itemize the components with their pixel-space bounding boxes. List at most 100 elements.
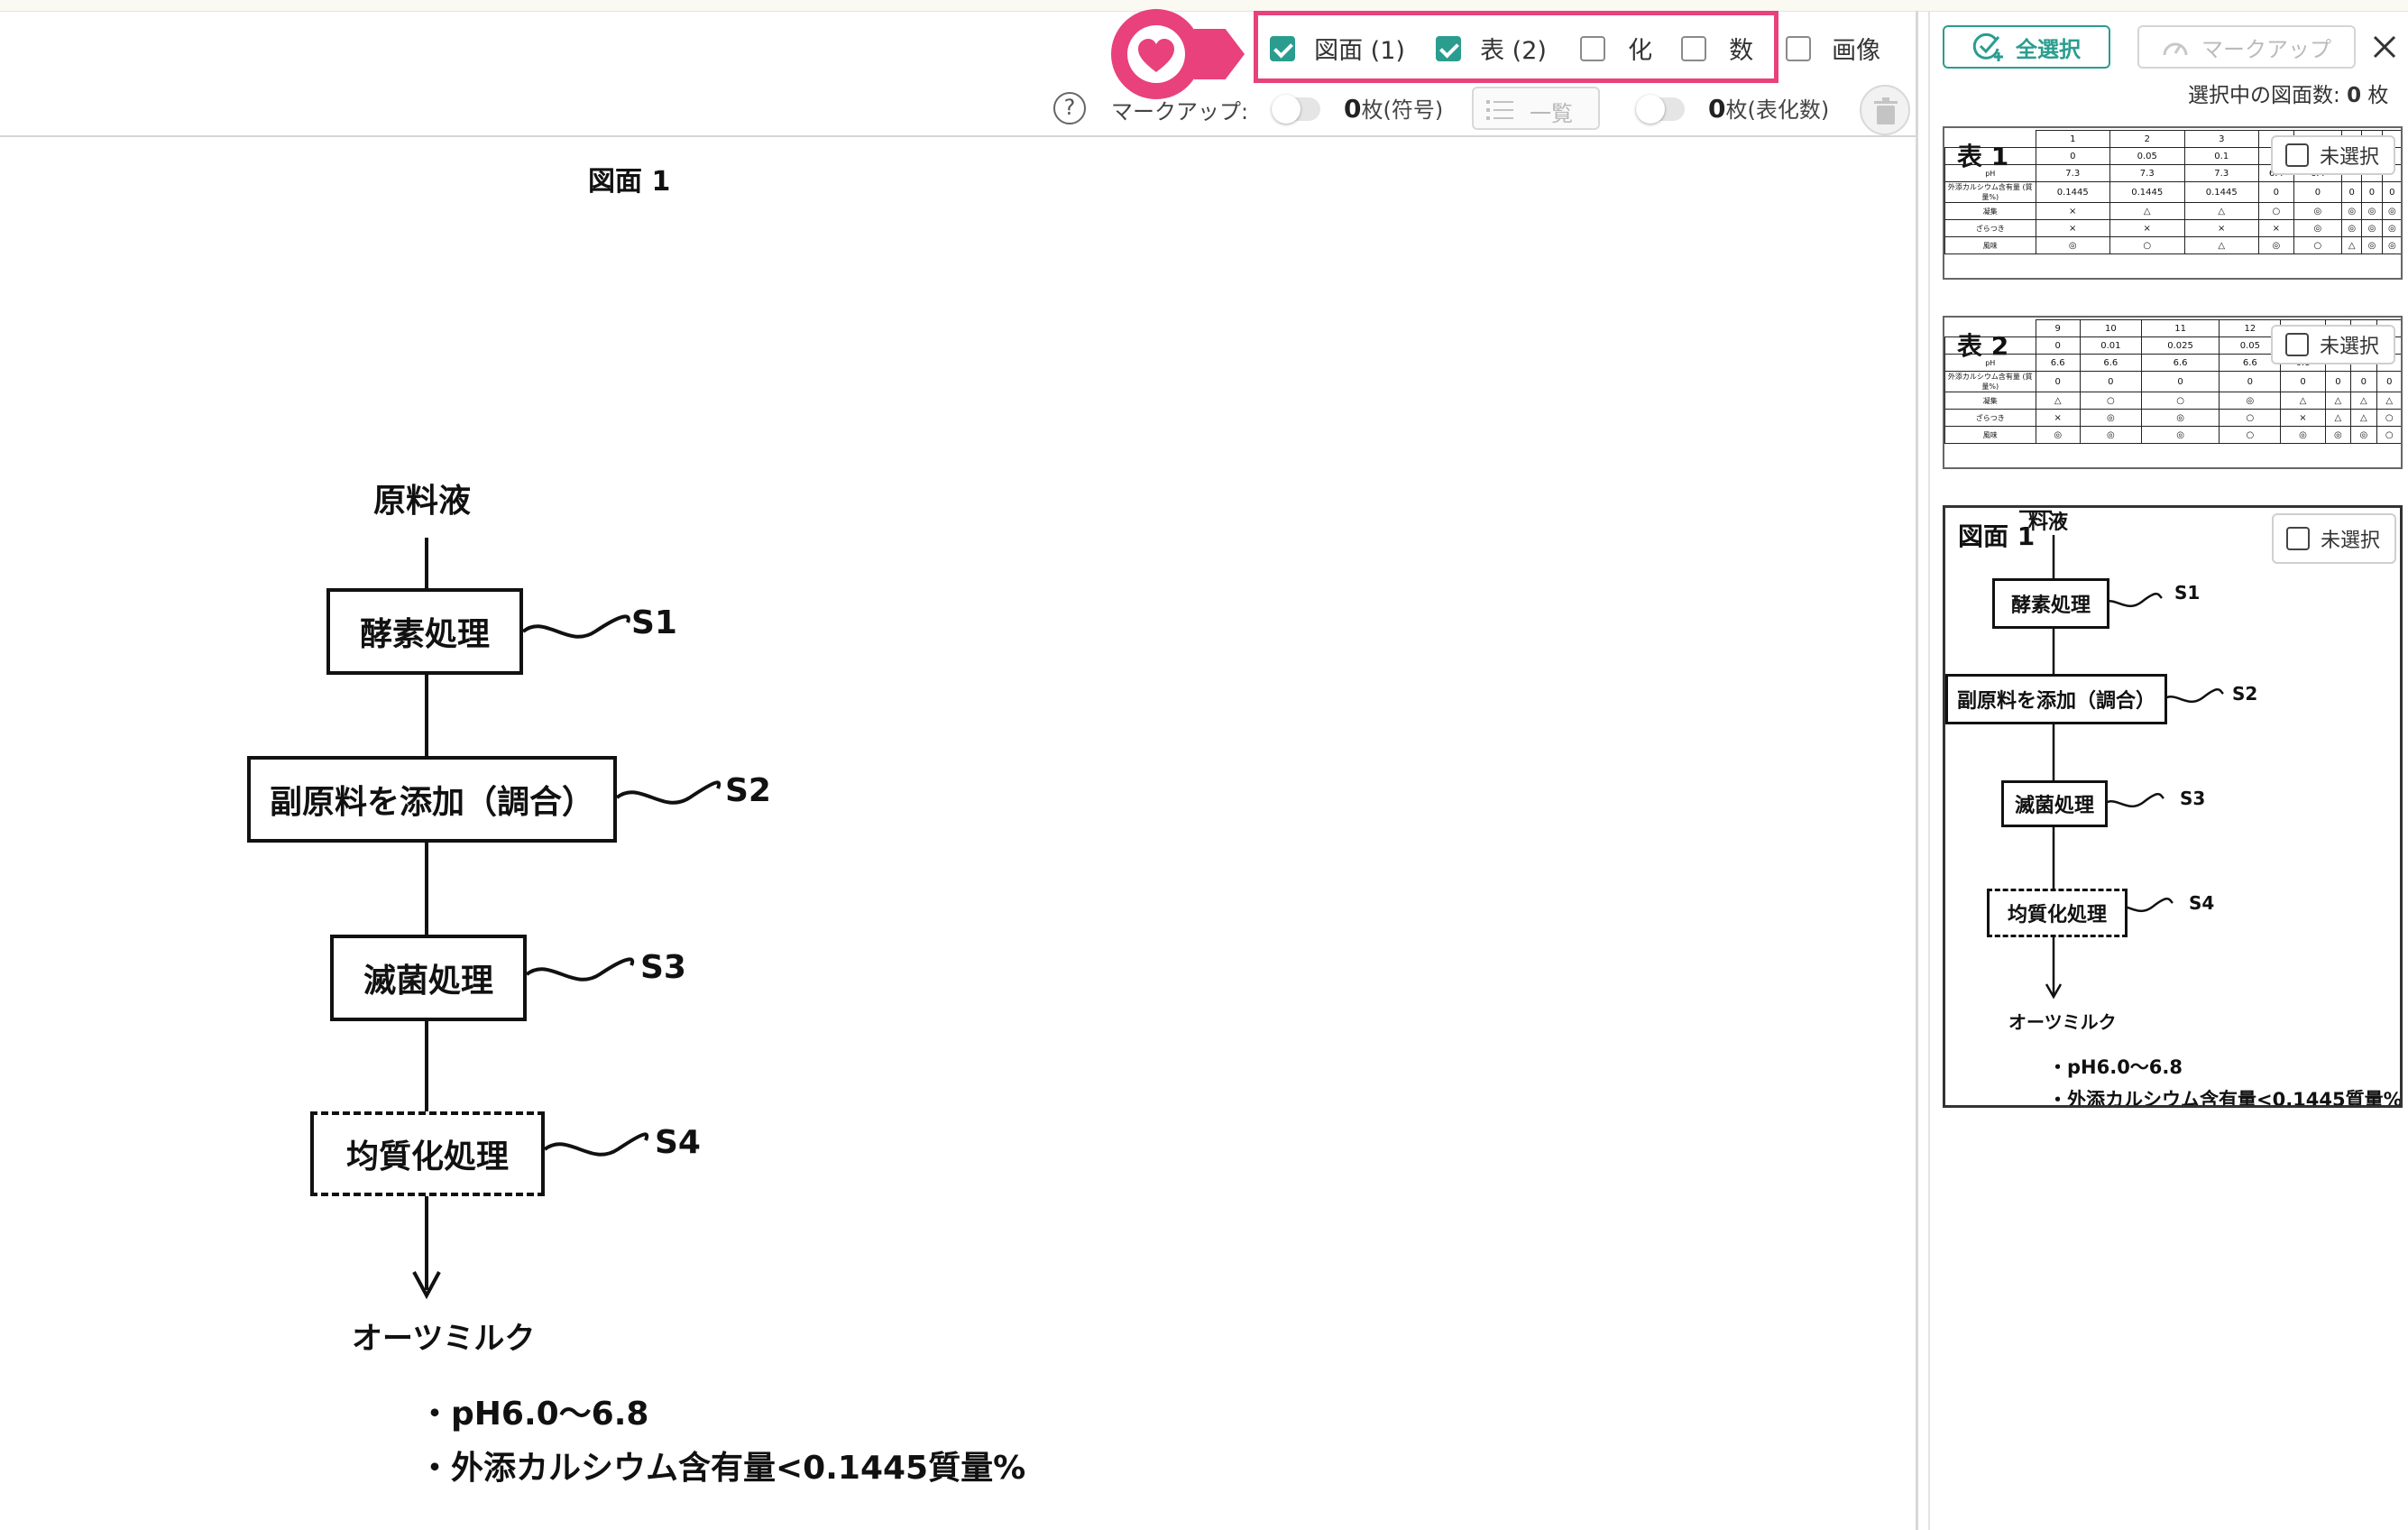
mini-table-cell: ◎ xyxy=(2140,409,2220,427)
gauge-icon xyxy=(2163,42,2188,56)
mini-table-cell: 0.01 xyxy=(2079,336,2142,355)
mini-table-cell: 0.1445 xyxy=(2183,181,2259,203)
mini-table-cell: 7.3 xyxy=(2035,164,2110,182)
selected-count-unit: 枚 xyxy=(2367,84,2389,107)
unselected-label-table-1: 未選択 xyxy=(2320,146,2380,169)
mini-table-cell: 0.1445 xyxy=(2109,181,2185,203)
thumbnail-card-table-2[interactable]: 表 2 91011121300.010.0250.050pH6.66.66.66… xyxy=(1943,316,2403,469)
mini-table-row: 凝集 △ ○ ○ ◎ △ △ △ △ xyxy=(1944,392,2401,410)
selected-count: 選択中の図面数: 0 枚 xyxy=(2188,78,2388,108)
close-icon[interactable] xyxy=(2372,34,2397,60)
mini-table-header-cell: 10 xyxy=(2079,319,2142,337)
mini-table-cell: 0.1 xyxy=(2183,147,2259,165)
mini-table-cell: ◎ xyxy=(2341,202,2363,220)
flow-step-tag-s4: S4 xyxy=(655,1124,701,1161)
flow-step-homogenize: 均質化処理 xyxy=(310,1111,545,1196)
sidebar-markup-label: マークアップ xyxy=(2201,36,2331,62)
panel-divider-inner xyxy=(1928,11,1930,1530)
mini-flow-tag-3: S3 xyxy=(2180,788,2206,809)
mini-flow-note-1: ・pH6.0～6.8 xyxy=(2048,1056,2183,1078)
mini-table-cell: ◎ xyxy=(2381,219,2401,237)
mini-table-cell: ◎ xyxy=(2280,426,2326,444)
flow-step-sterilize: 滅菌処理 xyxy=(330,935,527,1021)
mini-table-corner xyxy=(1945,320,2036,337)
mini-table-cell: 0 xyxy=(2079,371,2142,392)
mini-table-cell: 0.05 xyxy=(2109,147,2185,165)
mini-table-cell: ◎ xyxy=(2341,219,2363,237)
mini-table-cell: ◎ xyxy=(2035,236,2110,254)
mini-table-row-label: pH xyxy=(1944,354,2036,372)
mini-table-cell: △ xyxy=(2183,202,2259,220)
mini-table-header-cell: 3 xyxy=(2183,130,2259,148)
mini-table-cell: ○ xyxy=(2293,236,2343,254)
flow-step-tag-s2: S2 xyxy=(725,772,771,809)
mini-table-cell: ◎ xyxy=(2035,426,2081,444)
selected-count-label: 選択中の図面数: xyxy=(2188,84,2340,107)
mini-table-cell: ◎ xyxy=(2361,219,2383,237)
unselected-label-figure-1: 未選択 xyxy=(2321,530,2381,552)
mini-table-cell: × xyxy=(2035,409,2081,427)
mini-table-cell: 0.025 xyxy=(2140,336,2220,355)
mini-table-cell: △ xyxy=(2035,392,2081,410)
mini-flow-note-2: ・外添カルシウム含有量<0.1445質量% xyxy=(2048,1089,2403,1108)
mini-table-cell: ◎ xyxy=(2293,202,2343,220)
unselected-toggle-table-1[interactable]: 未選択 xyxy=(2271,135,2395,175)
mini-flow-step-2: 副原料を添加（調合） xyxy=(1945,674,2167,724)
mini-table-cell: ◎ xyxy=(2324,426,2352,444)
mini-flow-step-1: 酵素処理 xyxy=(1992,578,2109,629)
mini-table-cell: ◎ xyxy=(2079,409,2142,427)
thumbnail-card-figure-1[interactable]: 図面 1 料液 酵素処理 S1 副原料を添加（調合） S2 滅菌処理 S3 均質… xyxy=(1943,505,2403,1108)
mini-table-cell: 6.6 xyxy=(2035,354,2081,372)
mini-table-cell: × xyxy=(2258,219,2294,237)
thumbnail-card-table-1[interactable]: 表 1 1234500.050.100.05pH7.37.37.36.46.4外… xyxy=(1943,126,2403,280)
mini-table-cell: △ xyxy=(2350,409,2377,427)
mini-table-row-label: ざらつき xyxy=(1944,409,2036,427)
mini-table-cell: △ xyxy=(2324,392,2352,410)
mini-table-cell: 0 xyxy=(2219,371,2282,392)
unselected-toggle-table-2[interactable]: 未選択 xyxy=(2271,325,2395,364)
mini-table-cell: × xyxy=(2035,202,2110,220)
mini-table-row-label xyxy=(1944,336,2036,355)
unselected-toggle-figure-1[interactable]: 未選択 xyxy=(2272,513,2396,564)
mini-table-cell: 0 xyxy=(2035,147,2110,165)
select-all-icon xyxy=(1972,32,2003,61)
unselected-label-table-2: 未選択 xyxy=(2320,336,2380,358)
flow-step-enzyme: 酵素処理 xyxy=(326,588,523,675)
mini-table-cell: △ xyxy=(2341,236,2363,254)
mini-table-row-label: 外添カルシウム含有量 (質量%) xyxy=(1944,181,2036,203)
mini-table-cell: ◎ xyxy=(2258,236,2294,254)
mini-table-cell: ◎ xyxy=(2381,202,2401,220)
mini-table-cell: × xyxy=(2183,219,2259,237)
mini-table-row: 風味 ◎ ○ △ ◎ ○ △ ◎ ◎ xyxy=(1944,236,2401,254)
mini-flow-step-3: 滅菌処理 xyxy=(2001,780,2108,827)
flow-step-tag-s1: S1 xyxy=(631,604,677,641)
flow-note-calcium: ・外添カルシウム含有量<0.1445質量% xyxy=(418,1450,1026,1487)
flow-step-additive: 副原料を添加（調合） xyxy=(247,756,617,843)
mini-table-cell: ○ xyxy=(2109,236,2185,254)
mini-table-cell: × xyxy=(2280,409,2326,427)
mini-table-cell: 0 xyxy=(2280,371,2326,392)
mini-table-cell: 7.3 xyxy=(2183,164,2259,182)
select-all-button[interactable]: 全選択 xyxy=(1943,25,2110,69)
mini-table-header-cell: 2 xyxy=(2109,130,2185,148)
mini-table-cell: ○ xyxy=(2079,392,2142,410)
mini-table-cell: 7.3 xyxy=(2109,164,2185,182)
mini-flow-end: オーツミルク xyxy=(2008,1011,2117,1033)
mini-table-cell: 0 xyxy=(2140,371,2220,392)
mini-table-cell: ○ xyxy=(2376,409,2401,427)
mini-table-row: 外添カルシウム含有量 (質量%) 0 0 0 0 0 0 0 0 xyxy=(1944,371,2401,392)
select-all-label: 全選択 xyxy=(2016,36,2081,62)
mini-table-row: ざらつき × × × × ◎ ◎ ◎ ◎ xyxy=(1944,219,2401,237)
mini-table-row: ざらつき × ◎ ◎ ○ × △ △ ○ xyxy=(1944,409,2401,427)
mini-table-row: 外添カルシウム含有量 (質量%) 0.1445 0.1445 0.1445 0 0 0 0 0 xyxy=(1944,181,2401,203)
sidebar-markup-button[interactable]: マークアップ xyxy=(2137,25,2356,69)
mini-table-cell: △ xyxy=(2109,202,2185,220)
mini-table-row-label: 凝集 xyxy=(1944,392,2036,410)
mini-table-cell: ◎ xyxy=(2079,426,2142,444)
flow-end-label: オーツミルク xyxy=(352,1321,536,1357)
mini-table-cell: 0 xyxy=(2341,181,2363,203)
mini-table-cell: 6.6 xyxy=(2140,354,2220,372)
mini-table-cell: ○ xyxy=(2219,409,2282,427)
mini-table-cell: ○ xyxy=(2258,202,2294,220)
mini-flow-step-4: 均質化処理 xyxy=(1987,889,2128,937)
